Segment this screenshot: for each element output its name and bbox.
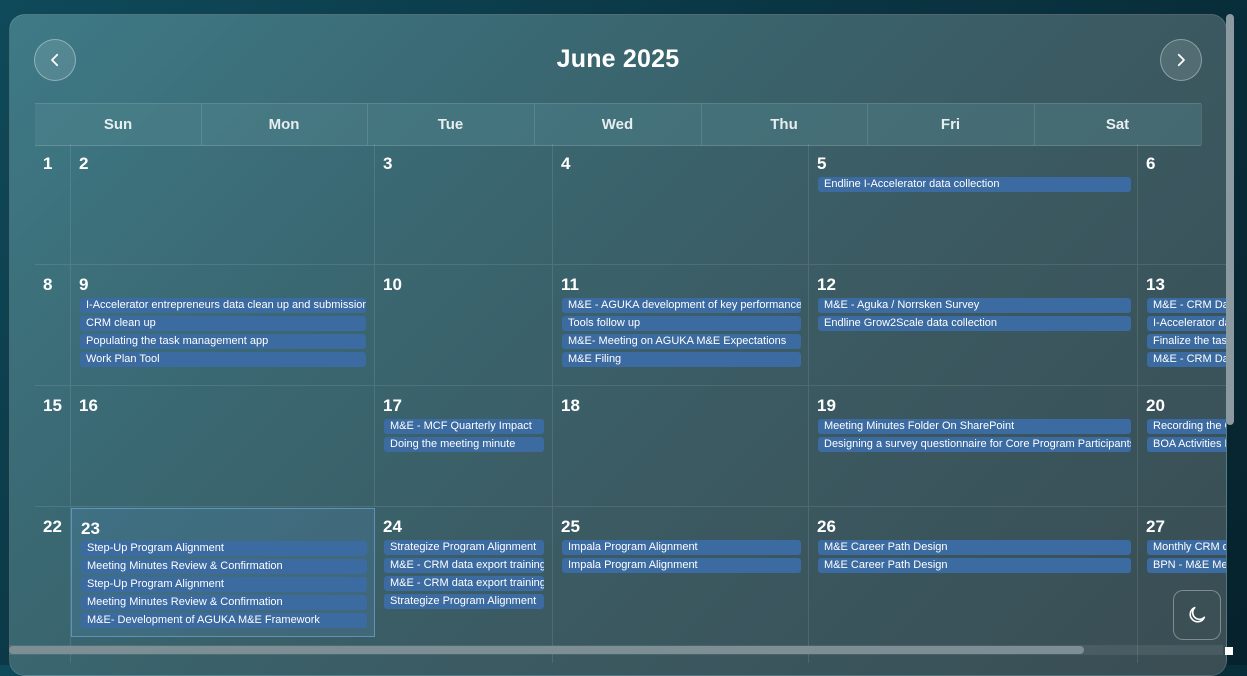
calendar-event[interactable]: Recording the C [1147,419,1226,434]
day-cell[interactable]: 5 [809,144,1138,265]
day-cell[interactable]: 15 [35,386,71,507]
calendar-event[interactable]: M&E- Development of AGUKA M&E Framework [81,613,367,628]
calendar-event[interactable]: Monthly CRM d [1147,540,1226,555]
calendar-event[interactable]: Meeting Minutes Folder On SharePoint [818,419,1131,434]
calendar-event[interactable]: Strategize Program Alignment [384,594,544,609]
weekday-tue: Tue [367,104,535,145]
weekday-sun: Sun [35,104,202,145]
day-number: 2 [79,154,89,173]
weekday-sat: Sat [1034,104,1202,145]
day-cell[interactable]: 6 [1138,144,1226,265]
horizontal-scrollbar[interactable] [9,646,1084,654]
calendar-event[interactable]: Designing a survey questionnaire for Cor… [818,437,1131,452]
day-cell[interactable]: 18 [553,386,809,507]
day-number: 22 [43,517,62,536]
calendar-event[interactable]: Strategize Program Alignment [384,540,544,555]
calendar-event[interactable]: I-Accelerator entrepreneurs data clean u… [80,298,366,313]
day-cell[interactable]: 8 [35,265,71,386]
day-number: 20 [1146,396,1165,415]
calendar-event[interactable]: BPN - M&E Mer [1147,558,1226,573]
day-number: 1 [43,154,53,173]
calendar-event[interactable]: Step-Up Program Alignment [81,577,367,592]
calendar-event[interactable]: Impala Program Alignment [562,558,801,573]
calendar-event[interactable]: CRM clean up [80,316,366,331]
weekday-fri: Fri [867,104,1035,145]
calendar-event[interactable]: M&E - AGUKA development of key performan… [562,298,801,313]
theme-toggle-button[interactable] [1173,590,1221,640]
day-number: 4 [561,154,571,173]
day-number: 27 [1146,517,1165,536]
moon-icon [1189,606,1206,623]
vertical-scrollbar[interactable] [1226,14,1234,425]
day-number: 6 [1146,154,1156,173]
day-cell[interactable]: 22 [35,507,71,663]
day-number: 23 [81,519,100,538]
day-cell[interactable]: 26 [809,507,1138,663]
day-number: 24 [383,517,402,536]
day-number: 8 [43,275,53,294]
calendar-event[interactable]: Meeting Minutes Review & Confirmation [81,559,367,574]
calendar-event[interactable]: M&E - CRM Data [1147,352,1226,367]
calendar-event[interactable]: M&E - CRM Data [1147,298,1226,313]
chevron-right-icon [1177,53,1185,67]
calendar-grid: Sun Mon Tue Wed Thu Fri Sat 1 2 3 4 5 Endline I-Acc… [35,103,1226,663]
day-number: 12 [817,275,836,294]
month-title: June 2025 [556,45,680,73]
calendar-event[interactable]: M&E Career Path Design [818,540,1131,555]
calendar-event[interactable]: M&E - Aguka / Norrsken Survey [818,298,1131,313]
day-cell[interactable]: 2 [71,144,375,265]
calendar-event[interactable]: Meeting Minutes Review & Confirmation [81,595,367,610]
day-number: 10 [383,275,402,294]
calendar-event[interactable]: Populating the task management app [80,334,366,349]
day-cell[interactable]: 1 [35,144,71,265]
calendar-event[interactable]: Endline I-Accelerator data collection [818,177,1131,192]
next-month-button[interactable] [1160,39,1202,81]
scroll-corner [1225,647,1233,655]
day-number: 19 [817,396,836,415]
calendar-event[interactable]: Endline Grow2Scale data collection [818,316,1131,331]
day-number: 16 [79,396,98,415]
calendar-event[interactable]: M&E - MCF Quarterly Impact [384,419,544,434]
calendar-event[interactable]: M&E Filing [562,352,801,367]
calendar-event[interactable]: Finalize the task [1147,334,1226,349]
calendar-event[interactable]: Work Plan Tool [80,352,366,367]
calendar-event[interactable]: Tools follow up [562,316,801,331]
calendar-event[interactable]: Impala Program Alignment [562,540,801,555]
day-number: 13 [1146,275,1165,294]
calendar-event[interactable]: M&E - CRM data export training [384,558,544,573]
day-number: 18 [561,396,580,415]
calendar-event[interactable]: M&E - CRM data export training [384,576,544,591]
day-cell[interactable]: 25 [553,507,809,663]
weekday-thu: Thu [701,104,868,145]
day-number: 3 [383,154,393,173]
day-cell[interactable]: 10 [375,265,553,386]
day-cell[interactable]: 4 [553,144,809,265]
day-number: 15 [43,396,62,415]
day-number: 11 [561,275,579,294]
weekday-wed: Wed [534,104,702,145]
day-cell[interactable]: 16 [71,386,375,507]
calendar-event[interactable]: Doing the meeting minute [384,437,544,452]
calendar-event[interactable]: BOA Activities F [1147,437,1226,452]
calendar-event[interactable]: Step-Up Program Alignment [81,541,367,556]
day-cell[interactable]: 3 [375,144,553,265]
day-number: 17 [383,396,402,415]
day-number: 9 [79,275,89,294]
calendar-card: June 2025 Sun Mon Tue Wed Thu Fri Sat 1 2 3 4 5 End… [9,14,1227,676]
calendar-event[interactable]: I-Accelerator data [1147,316,1226,331]
day-number: 25 [561,517,580,536]
calendar-event[interactable]: M&E Career Path Design [818,558,1131,573]
day-number: 26 [817,517,836,536]
day-number: 5 [817,154,827,173]
weekday-mon: Mon [201,104,368,145]
weekday-header-row: Sun Mon Tue Wed Thu Fri Sat [35,103,1202,146]
calendar-event[interactable]: M&E- Meeting on AGUKA M&E Expectations [562,334,801,349]
